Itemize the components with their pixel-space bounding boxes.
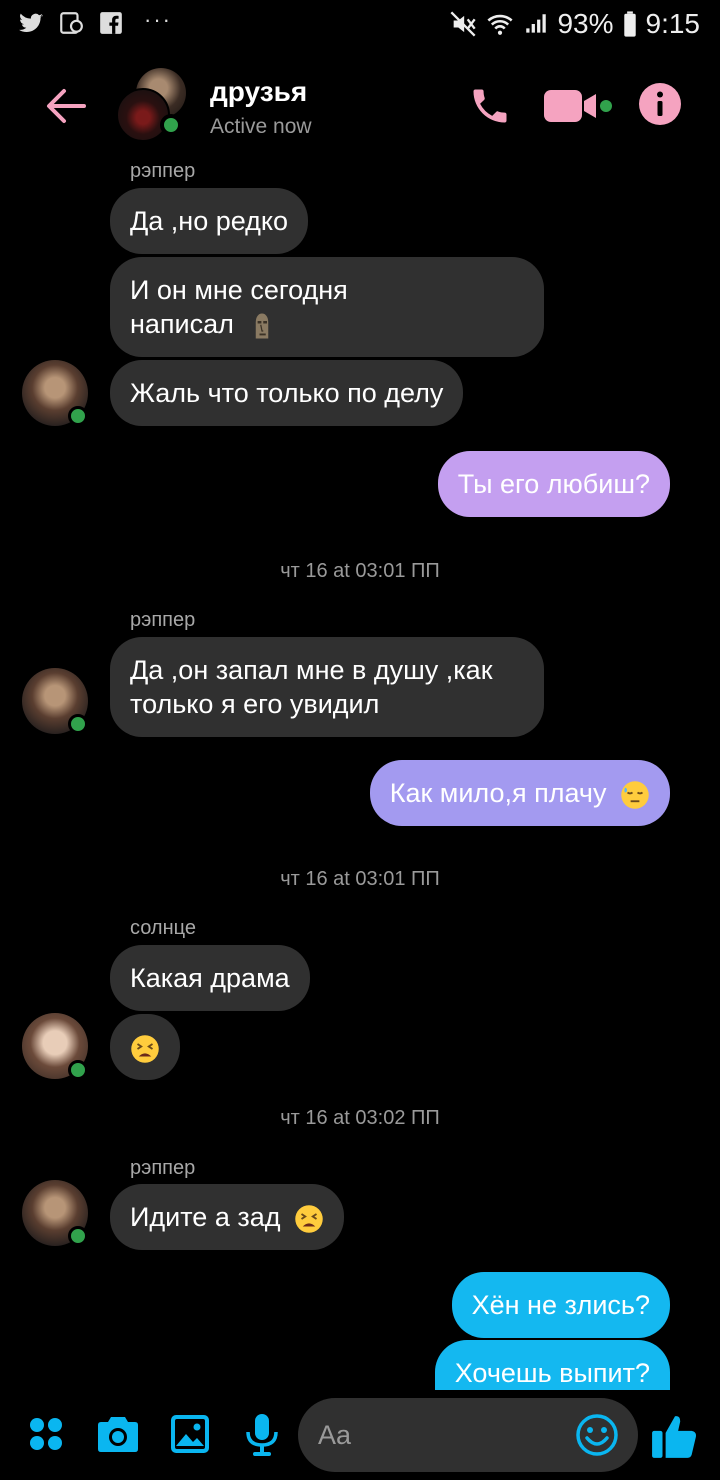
message-bubble-outgoing[interactable]: Хочешь выпит? bbox=[434, 1340, 670, 1390]
tired-face-emoji-icon bbox=[295, 1205, 323, 1233]
signal-icon bbox=[526, 14, 547, 33]
composer-bar: Aa bbox=[0, 1390, 720, 1480]
info-icon[interactable] bbox=[638, 82, 682, 126]
message-text: написал bbox=[130, 309, 234, 339]
sender-name: рэппер bbox=[130, 609, 196, 631]
chat-title[interactable]: друзья bbox=[210, 76, 307, 108]
message-bubble[interactable] bbox=[110, 1014, 180, 1080]
message-bubble[interactable]: Да ,но редко bbox=[110, 188, 309, 254]
phone-call-icon[interactable] bbox=[468, 84, 512, 128]
facebook-icon bbox=[100, 12, 122, 34]
message-text: только я его увидил bbox=[130, 689, 380, 719]
message-bubble-outgoing[interactable]: Хён не злись? bbox=[451, 1272, 670, 1338]
battery-percent: 93% bbox=[557, 8, 614, 39]
mute-icon bbox=[450, 11, 477, 37]
message-bubble-outgoing[interactable]: Как мило,я плачу bbox=[369, 760, 670, 826]
emoji-icon[interactable] bbox=[574, 1412, 620, 1458]
microphone-icon[interactable] bbox=[238, 1410, 286, 1458]
timestamp: чт 16 at 03:01 ПП bbox=[280, 560, 440, 582]
message-text: Ты его любиш? bbox=[457, 469, 650, 499]
moai-emoji-icon bbox=[256, 313, 269, 339]
message-input[interactable]: Aa bbox=[298, 1398, 638, 1472]
sender-name: солнце bbox=[130, 917, 196, 939]
input-placeholder: Aa bbox=[318, 1420, 352, 1450]
more-notifications: ··· bbox=[144, 7, 172, 32]
online-indicator bbox=[68, 1226, 88, 1246]
message-text: Как мило,я плачу bbox=[389, 778, 607, 808]
battery-icon bbox=[623, 11, 636, 37]
chat-header: друзья Active now bbox=[0, 60, 720, 150]
message-text: Да ,но редко bbox=[130, 206, 289, 236]
member-avatar bbox=[116, 88, 170, 142]
downcast-sweat-emoji-icon bbox=[621, 781, 649, 809]
back-arrow-icon[interactable] bbox=[44, 84, 88, 128]
wifi-icon bbox=[487, 14, 513, 35]
gallery-icon[interactable] bbox=[166, 1410, 214, 1458]
timestamp: чт 16 at 03:01 ПП bbox=[280, 868, 440, 890]
apps-icon[interactable] bbox=[22, 1410, 70, 1458]
message-bubble[interactable]: Жаль что только по делу bbox=[110, 360, 464, 426]
timestamp: чт 16 at 03:02 ПП bbox=[280, 1107, 440, 1129]
tired-face-emoji-icon bbox=[131, 1035, 159, 1063]
message-bubble[interactable]: И он мне сегодня написал bbox=[110, 257, 544, 357]
online-indicator bbox=[68, 1060, 88, 1080]
sender-name: рэппер bbox=[130, 1157, 196, 1179]
message-text: Жаль что только по делу bbox=[130, 378, 444, 408]
message-text: Какая драма bbox=[130, 963, 290, 993]
message-text: Хён не злись? bbox=[471, 1290, 650, 1320]
message-text: Хочешь выпит? bbox=[454, 1358, 650, 1388]
message-text: Да ,он запал мне в душу ,как bbox=[130, 655, 493, 685]
twitter-icon bbox=[19, 13, 43, 32]
message-bubble[interactable]: Идите а зад bbox=[110, 1184, 345, 1250]
clock: 9:15 bbox=[645, 8, 701, 39]
active-status: Active now bbox=[210, 115, 312, 138]
online-indicator bbox=[68, 714, 88, 734]
message-bubble[interactable]: Какая драма bbox=[110, 945, 310, 1011]
group-avatar[interactable] bbox=[116, 68, 188, 142]
online-indicator bbox=[68, 406, 88, 426]
camera-icon[interactable] bbox=[94, 1410, 142, 1458]
message-bubble[interactable]: Да ,он запал мне в душу ,как только я ег… bbox=[110, 637, 544, 737]
message-text: Идите а зад bbox=[130, 1202, 281, 1232]
notification-icon bbox=[60, 12, 83, 34]
thumbs-up-icon[interactable] bbox=[650, 1410, 700, 1460]
message-bubble-outgoing[interactable]: Ты его любиш? bbox=[437, 451, 670, 517]
message-text: И он мне сегодня bbox=[130, 275, 348, 305]
online-indicator bbox=[160, 114, 182, 136]
video-call-icon[interactable] bbox=[542, 84, 614, 128]
sender-name: рэппер bbox=[130, 160, 196, 182]
status-bar: ··· 93% 9:15 bbox=[0, 0, 720, 48]
